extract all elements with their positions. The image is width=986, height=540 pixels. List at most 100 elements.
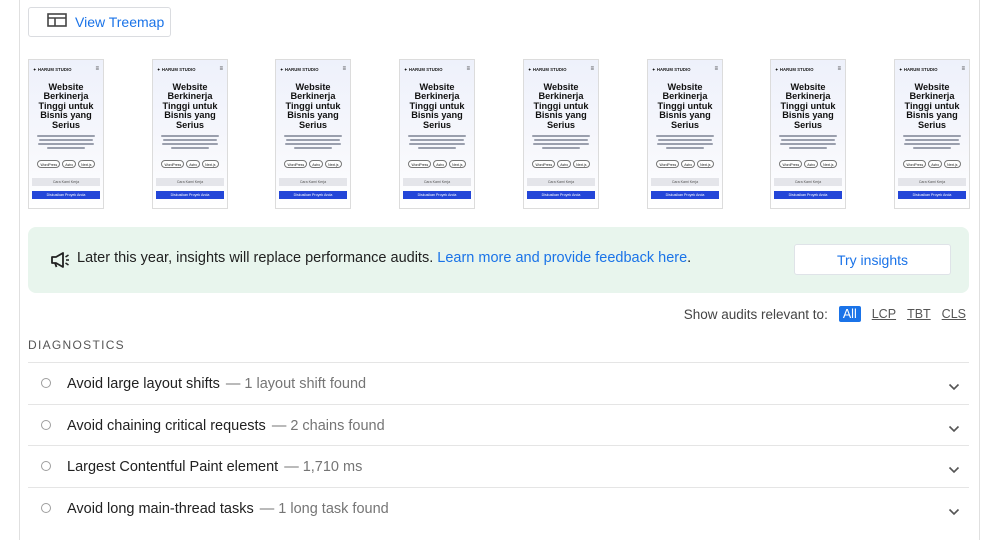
frame-chip: Astro <box>186 160 201 168</box>
frame-chip: WordPress <box>779 160 803 168</box>
diagnostics-heading: DIAGNOSTICS <box>28 338 125 352</box>
frame-brand: ✦ HARUM STUDIO <box>775 66 814 72</box>
frame-chip: Astro <box>62 160 77 168</box>
audit-row-layout-shifts[interactable]: Avoid large layout shifts — 1 layout shif… <box>28 362 969 404</box>
frame-secondary-button: Cara Kami Kerja <box>156 178 224 186</box>
filter-lcp[interactable]: LCP <box>872 307 896 321</box>
frame-headline: Website Berkinerja Tinggi untuk Bisnis yang… <box>897 82 967 130</box>
frame-chip: WordPress <box>903 160 927 168</box>
frame-primary-button: Diskusikan Proyek Anda <box>279 191 347 199</box>
chevron-down-icon[interactable] <box>948 461 960 479</box>
audit-row-lcp-element[interactable]: Largest Contentful Paint element — 1,710 … <box>28 445 969 487</box>
text-line <box>418 147 456 149</box>
view-treemap-button[interactable]: View Treemap <box>28 7 171 37</box>
text-line <box>666 147 704 149</box>
treemap-icon <box>47 12 67 32</box>
audit-title-text: Avoid long main-thread tasks <box>67 500 254 517</box>
audit-status-icon <box>41 378 51 388</box>
frame-headline: Website Berkinerja Tinggi untuk Bisnis yang… <box>526 82 596 130</box>
filter-all[interactable]: All <box>838 306 861 322</box>
frame-paragraph <box>530 133 592 149</box>
text-line <box>39 139 93 141</box>
audit-title: Avoid large layout shifts — 1 layout shif… <box>67 376 366 392</box>
frame-headline-line: Serius <box>51 119 81 130</box>
text-line <box>789 147 827 149</box>
text-line <box>409 143 465 145</box>
chevron-down-icon[interactable] <box>948 420 960 438</box>
text-line <box>38 143 94 145</box>
frame-paragraph <box>406 133 468 149</box>
filter-cls[interactable]: CLS <box>942 307 966 321</box>
frame-primary-button: Diskusikan Proyek Anda <box>32 191 100 199</box>
filmstrip-frame: ✦ HARUM STUDIO ≡ Website Berkinerja Tinggi u… <box>523 59 599 209</box>
text-line <box>534 139 588 141</box>
text-line <box>913 147 951 149</box>
frame-primary-button: Diskusikan Proyek Anda <box>403 191 471 199</box>
frame-chip: Next.js <box>449 160 466 168</box>
audit-display-value: — 2 chains found <box>271 417 385 434</box>
text-line <box>408 135 466 137</box>
text-line <box>657 143 713 145</box>
audit-row-critical-requests[interactable]: Avoid chaining critical requests — 2 chai… <box>28 403 969 446</box>
filter-tbt[interactable]: TBT <box>907 307 931 321</box>
frame-secondary-button: Cara Kami Kerja <box>527 178 595 186</box>
audit-title-text: Largest Contentful Paint element <box>67 459 279 475</box>
text-line <box>904 143 960 145</box>
chevron-down-icon[interactable] <box>948 503 960 521</box>
frame-brand: ✦ HARUM STUDIO <box>33 66 72 72</box>
frame-headline-line: Serius <box>793 119 823 130</box>
frame-tech-chips: WordPress Astro Next.js <box>281 160 345 168</box>
frame-headline: Website Berkinerja Tinggi untuk Bisnis yang… <box>31 82 101 130</box>
frame-brand: ✦ HARUM STUDIO <box>404 66 443 72</box>
frame-tech-chips: WordPress Astro Next.js <box>900 160 964 168</box>
audit-display-value: — 1,710 ms <box>284 459 363 475</box>
audit-row-long-tasks[interactable]: Avoid long main-thread tasks — 1 long tas… <box>28 486 969 529</box>
text-line <box>284 135 342 137</box>
text-line <box>780 143 836 145</box>
text-line <box>532 135 590 137</box>
frame-tech-chips: WordPress Astro Next.js <box>776 160 840 168</box>
hamburger-icon: ≡ <box>466 66 470 72</box>
frame-chip: Next.js <box>697 160 714 168</box>
frame-chip: WordPress <box>656 160 680 168</box>
notice-message: Later this year, insights will replace p… <box>77 250 691 266</box>
audit-title-text: Avoid large layout shifts <box>67 376 220 392</box>
audit-filter-bar: Show audits relevant to: All LCP TBT CLS <box>684 306 966 322</box>
frame-chip: WordPress <box>161 160 185 168</box>
frame-chip: WordPress <box>408 160 432 168</box>
audit-title: Avoid long main-thread tasks — 1 long tas… <box>67 501 389 517</box>
hamburger-icon: ≡ <box>95 66 99 72</box>
frame-chip: Astro <box>557 160 572 168</box>
frame-secondary-button: Cara Kami Kerja <box>32 178 100 186</box>
filmstrip-frame: ✦ HARUM STUDIO ≡ Website Berkinerja Tinggi u… <box>770 59 846 209</box>
diagnostics-list: Avoid large layout shifts — 1 layout shif… <box>28 362 969 528</box>
learn-more-link[interactable]: Learn more and provide feedback here <box>437 250 687 266</box>
audit-display-value: — 1 layout shift found <box>225 376 367 392</box>
frame-tech-chips: WordPress Astro Next.js <box>653 160 717 168</box>
frame-paragraph <box>901 133 963 149</box>
frame-chip: WordPress <box>532 160 556 168</box>
frame-chip: Next.js <box>573 160 590 168</box>
frame-chip: Next.js <box>78 160 95 168</box>
text-line <box>171 147 209 149</box>
frame-navbar: ✦ HARUM STUDIO ≡ <box>280 65 346 73</box>
frame-headline-line: Serius <box>175 119 205 130</box>
chevron-down-icon[interactable] <box>948 378 960 396</box>
frame-primary-button: Diskusikan Proyek Anda <box>898 191 966 199</box>
text-line <box>286 139 340 141</box>
notice-text: Later this year, insights will replace p… <box>77 250 438 266</box>
text-line <box>410 139 464 141</box>
hamburger-icon: ≡ <box>961 66 965 72</box>
frame-brand: ✦ HARUM STUDIO <box>280 66 319 72</box>
try-insights-button[interactable]: Try insights <box>794 244 951 275</box>
text-line <box>779 135 837 137</box>
hamburger-icon: ≡ <box>714 66 718 72</box>
audit-status-icon <box>41 502 51 513</box>
audit-title-text: Avoid chaining critical requests <box>67 417 266 434</box>
frame-tech-chips: WordPress Astro Next.js <box>34 160 98 168</box>
frame-paragraph <box>654 133 716 149</box>
frame-chip: Next.js <box>944 160 961 168</box>
frame-chip: Next.js <box>202 160 219 168</box>
frame-navbar: ✦ HARUM STUDIO ≡ <box>899 65 965 73</box>
audit-status-icon <box>41 419 51 430</box>
